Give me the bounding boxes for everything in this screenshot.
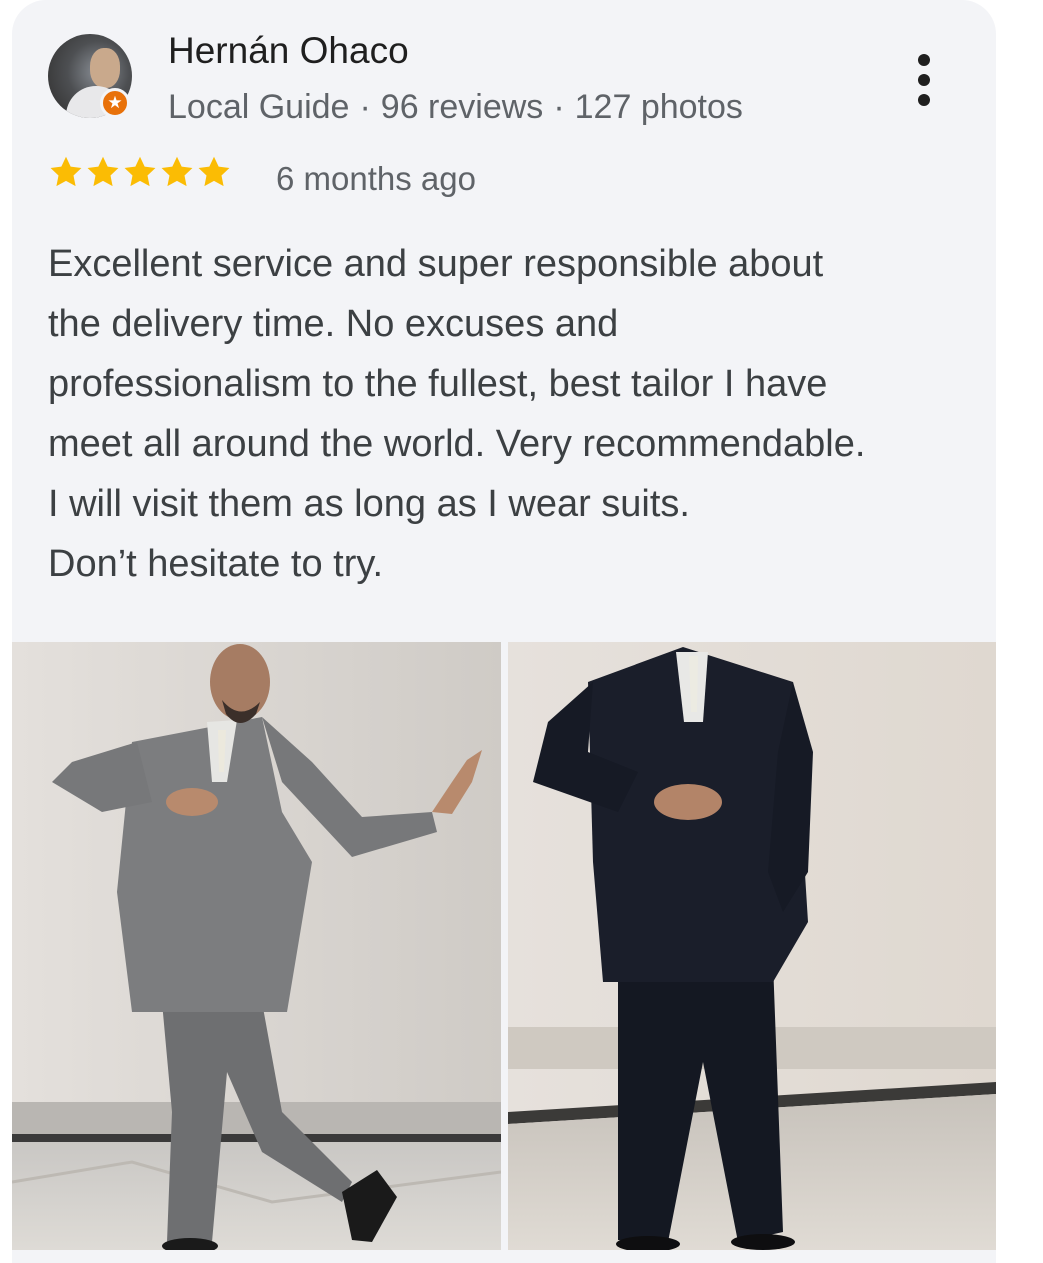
review-card: ★ Hernán Ohaco Local Guide · 96 reviews · 12…	[12, 0, 996, 1263]
reviewer-meta: Local Guide · 96 reviews · 127 photos	[168, 88, 743, 127]
star-icon	[87, 156, 119, 187]
review-line: professionalism to the fullest, best tai…	[48, 363, 828, 405]
review-text: Excellent service and super responsible …	[48, 234, 968, 594]
more-dot	[918, 94, 930, 106]
meta-separator: ·	[359, 88, 371, 126]
review-line: Don’t hesitate to try.	[48, 543, 384, 585]
review-line: meet all around the world. Very recommen…	[48, 423, 866, 465]
review-line: Excellent service and super responsible …	[48, 243, 824, 285]
more-dot	[918, 74, 930, 86]
star-icon	[161, 156, 193, 187]
star-rating	[48, 154, 233, 190]
review-count: 96 reviews	[380, 88, 544, 126]
review-photo-grey-suit[interactable]	[12, 642, 501, 1250]
star-icon	[124, 156, 156, 187]
photo-count: 127 photos	[574, 88, 743, 126]
review-time: 6 months ago	[276, 160, 476, 197]
star-icon	[198, 156, 230, 187]
review-line: I will visit them as long as I wear suit…	[48, 483, 690, 525]
local-guide-star-icon: ★	[100, 88, 130, 118]
meta-separator: ·	[553, 88, 565, 126]
local-guide-label: Local Guide	[168, 88, 350, 126]
more-dot	[918, 54, 930, 66]
more-vert-icon[interactable]	[902, 50, 946, 110]
reviewer-name[interactable]: Hernán Ohaco	[168, 30, 409, 72]
star-icon	[50, 156, 82, 187]
review-photo-dark-suit[interactable]	[508, 642, 996, 1250]
review-line: the delivery time. No excuses and	[48, 303, 619, 345]
avatar-face	[90, 48, 120, 88]
